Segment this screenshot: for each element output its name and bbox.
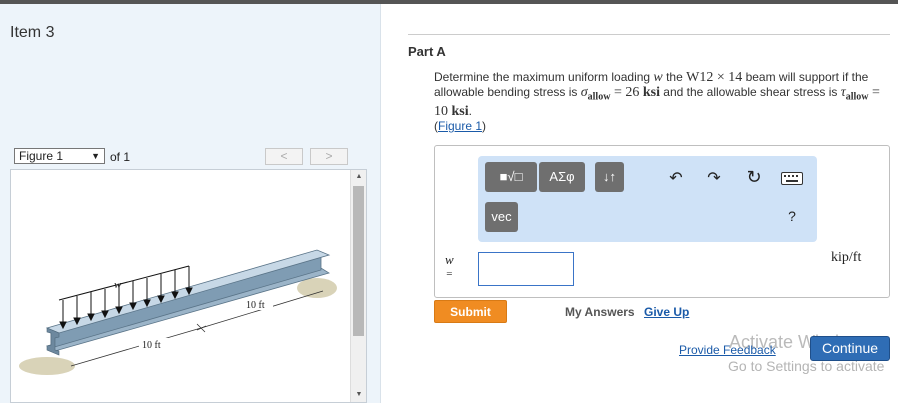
dimension-right-label: 10 ft: [246, 300, 265, 311]
figure-scrollbar[interactable]: ▲ ▼: [350, 170, 366, 402]
dimension-left-label: 10 ft: [142, 340, 161, 351]
figure-link[interactable]: Figure 1: [438, 119, 482, 133]
item-panel: Item 3 Figure 1 ▼ of 1 < > w 10 ft 10 ft…: [0, 4, 381, 403]
scroll-up-icon[interactable]: ▲: [351, 170, 367, 184]
undo-icon[interactable]: ↶: [666, 168, 686, 188]
allow-subscript: allow: [587, 91, 611, 103]
beam-designation: W12: [686, 70, 714, 85]
part-title: Part A: [408, 44, 446, 59]
answer-input[interactable]: [478, 252, 574, 286]
figure-prev-button[interactable]: <: [265, 148, 303, 165]
problem-text: the: [662, 70, 687, 84]
problem-text: Determine the maximum uniform loading: [434, 70, 654, 84]
answer-units: kip/ft: [831, 250, 862, 265]
item-title: Item 3: [10, 24, 55, 41]
w-symbol: w: [653, 70, 663, 85]
reset-icon[interactable]: ↻: [744, 167, 764, 188]
continue-button[interactable]: Continue: [810, 336, 890, 361]
times-symbol: ×: [716, 70, 725, 85]
problem-text: .: [468, 104, 472, 119]
math-toolbar: ■√□ ΑΣφ ↓↑ ↶ ↷ ↻ vec ?: [478, 156, 817, 242]
vec-button[interactable]: vec: [485, 202, 518, 232]
variable-symbol: w: [445, 252, 454, 267]
submit-button[interactable]: Submit: [434, 300, 507, 323]
equals-sign: =: [446, 268, 453, 280]
left-support: [19, 357, 75, 375]
redo-icon[interactable]: ↷: [704, 168, 724, 188]
allow-subscript: allow: [845, 91, 869, 103]
ksi-unit: ksi: [451, 104, 469, 120]
give-up-link[interactable]: Give Up: [644, 305, 689, 319]
templates-button[interactable]: ■√□: [485, 162, 537, 192]
question-panel: Part A Determine the maximum uniform loa…: [382, 4, 898, 403]
bending-value: = 26: [613, 85, 643, 100]
answer-variable: w =: [445, 252, 454, 280]
my-answers-label: My Answers: [565, 305, 635, 319]
scroll-thumb[interactable]: [353, 186, 364, 336]
load-label: w: [114, 279, 122, 291]
greek-button[interactable]: ΑΣφ: [539, 162, 585, 192]
answer-box: ■√□ ΑΣφ ↓↑ ↶ ↷ ↻ vec ? w = kip/ft: [434, 145, 890, 298]
problem-text: and the allowable shear stress is: [659, 85, 841, 99]
figure-next-button[interactable]: >: [310, 148, 348, 165]
figure-viewer: w 10 ft 10 ft ▲ ▼: [10, 169, 367, 403]
paren: ): [482, 119, 487, 134]
problem-statement: Determine the maximum uniform loading w …: [434, 70, 894, 134]
figure-select-value: Figure 1: [19, 149, 64, 163]
sort-button[interactable]: ↓↑: [595, 162, 624, 192]
sigma-symbol: σ: [580, 85, 588, 100]
right-support: [297, 278, 337, 298]
figure-count: of 1: [110, 150, 131, 164]
figure-select[interactable]: Figure 1 ▼: [14, 148, 105, 164]
scroll-down-icon[interactable]: ▼: [351, 388, 367, 402]
beam-number: 14: [728, 70, 743, 85]
provide-feedback-link[interactable]: Provide Feedback: [679, 343, 776, 357]
help-button[interactable]: ?: [782, 208, 802, 224]
chevron-down-icon: ▼: [91, 151, 100, 161]
ksi-unit: ksi: [642, 85, 660, 100]
part-divider: [408, 34, 890, 35]
keyboard-icon[interactable]: [780, 172, 804, 186]
beam-figure: w 10 ft 10 ft: [19, 249, 337, 375]
figure-toolbar: Figure 1 ▼ of 1 < >: [10, 146, 367, 168]
